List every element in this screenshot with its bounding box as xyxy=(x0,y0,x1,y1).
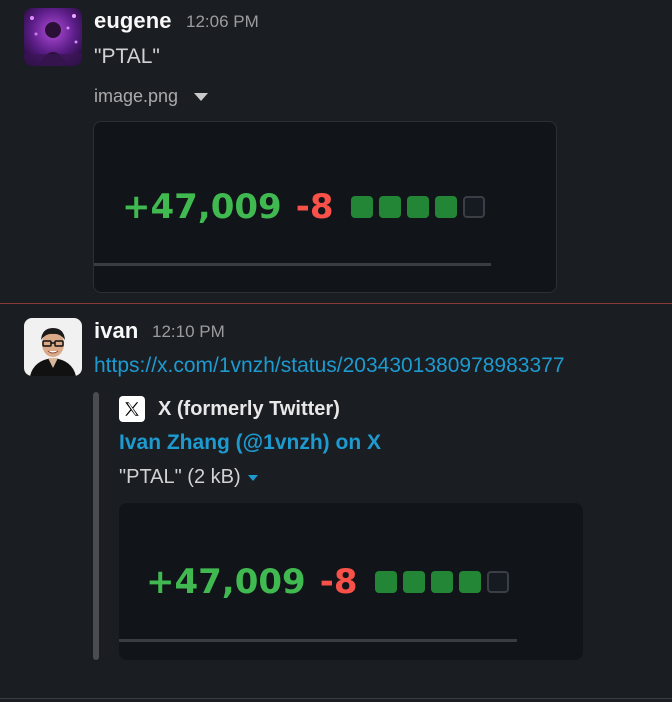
caret-down-icon[interactable] xyxy=(247,474,258,481)
diff-block xyxy=(407,196,430,218)
unfurl-image[interactable]: +47,009 -8 xyxy=(119,503,583,660)
diff-stats: +47,009 -8 xyxy=(122,187,491,227)
composer-divider xyxy=(0,698,672,699)
diff-stats: +47,009 -8 xyxy=(146,562,515,602)
diff-block xyxy=(463,196,486,218)
deletions-count: -8 xyxy=(319,562,358,602)
sender-name[interactable]: ivan xyxy=(94,318,138,344)
message-timestamp[interactable]: 12:10 PM xyxy=(152,322,225,342)
diff-block xyxy=(403,571,426,593)
diff-block xyxy=(351,196,374,218)
message-timestamp[interactable]: 12:06 PM xyxy=(186,12,259,32)
diff-block xyxy=(431,571,454,593)
diff-block xyxy=(459,571,482,593)
unfurl-description[interactable]: "PTAL" (2 kB) xyxy=(119,466,258,489)
caret-down-icon[interactable] xyxy=(194,92,209,101)
deletions-count: -8 xyxy=(295,187,334,227)
message-link[interactable]: https://x.com/1vnzh/status/2034301380978… xyxy=(94,354,565,378)
file-attachment-header[interactable]: image.png xyxy=(94,86,209,107)
diff-block xyxy=(487,571,510,593)
message-eugene: eugene 12:06 PM "PTAL" image.png +47,009… xyxy=(0,0,672,303)
additions-count: +47,009 xyxy=(122,187,282,227)
x-logo-icon xyxy=(119,396,145,422)
image-divider xyxy=(94,263,491,266)
unfurl-description-text: "PTAL" (2 kB) xyxy=(119,466,241,488)
unfurl-accent-bar xyxy=(93,392,99,660)
file-name[interactable]: image.png xyxy=(94,86,178,107)
image-divider xyxy=(119,639,517,642)
sender-name[interactable]: eugene xyxy=(94,8,172,34)
diff-blocks xyxy=(375,571,515,593)
avatar-ivan[interactable] xyxy=(24,318,82,376)
diff-block xyxy=(379,196,402,218)
message-ivan: ivan 12:10 PM https://x.com/1vnzh/status… xyxy=(0,304,672,700)
diff-block xyxy=(375,571,398,593)
unfurl-site-name: X (formerly Twitter) xyxy=(158,397,340,420)
message-text: "PTAL" xyxy=(94,45,160,68)
diff-blocks xyxy=(351,196,491,218)
unfurl-title-link[interactable]: Ivan Zhang (@1vnzh) on X xyxy=(119,431,381,455)
additions-count: +47,009 xyxy=(146,562,306,602)
diff-block xyxy=(435,196,458,218)
message-pane: eugene 12:06 PM "PTAL" image.png +47,009… xyxy=(0,0,672,702)
image-attachment[interactable]: +47,009 -8 xyxy=(93,121,557,293)
avatar-eugene[interactable] xyxy=(24,8,82,66)
unfurl-site: X (formerly Twitter) xyxy=(119,396,340,422)
